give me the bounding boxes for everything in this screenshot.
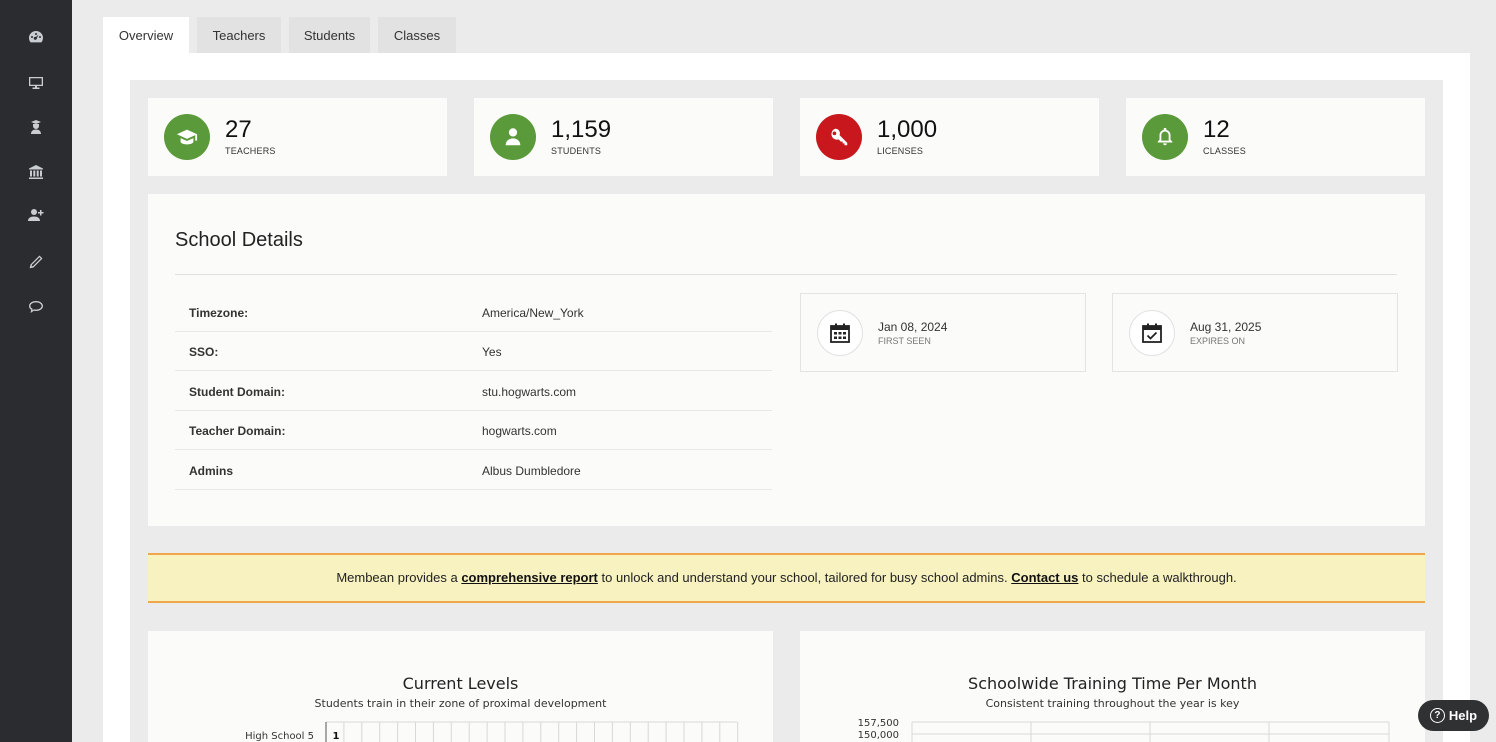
detail-row-timezone: Timezone: America/New_York	[175, 293, 772, 332]
add-user-icon[interactable]	[24, 203, 48, 227]
y-tick-label: 150,000	[858, 730, 899, 741]
sidebar	[0, 0, 72, 742]
stat-card-students: 1,159 STUDENTS	[474, 98, 773, 176]
stat-label: STUDENTS	[551, 146, 602, 156]
detail-row-student-domain: Student Domain: stu.hogwarts.com	[175, 372, 772, 411]
school-details-card: School Details Timezone: America/New_Yor…	[148, 194, 1425, 526]
report-banner: Membean provides a comprehensive report …	[148, 553, 1425, 603]
help-label: Help	[1448, 708, 1478, 723]
tab-label: Overview	[118, 27, 174, 43]
user-icon	[490, 114, 536, 160]
expires-on-box: Aug 31, 2025 EXPIRES ON	[1112, 293, 1398, 372]
detail-value: hogwarts.com	[482, 424, 557, 438]
first-seen-label: FIRST SEEN	[878, 336, 931, 346]
help-button[interactable]: ? Help	[1418, 700, 1489, 731]
tab-classes[interactable]: Classes	[378, 17, 456, 53]
stat-card-teachers: 27 TEACHERS	[148, 98, 447, 176]
level-cells	[325, 722, 739, 742]
cell-value: 1	[333, 731, 340, 742]
tab-label: Teachers	[212, 27, 266, 43]
detail-key: Admins	[189, 464, 234, 478]
training-grid: 157,500 150,000	[858, 718, 1390, 742]
comprehensive-report-link[interactable]: comprehensive report	[461, 570, 598, 585]
detail-key: Timezone:	[189, 306, 249, 320]
stat-value: 27	[225, 116, 252, 143]
tab-label: Students	[303, 27, 356, 43]
tab-students[interactable]: Students	[289, 17, 370, 53]
y-tick-label: 157,500	[858, 718, 899, 729]
calendar-check-icon	[1129, 310, 1175, 356]
stat-value: 1,000	[877, 116, 938, 143]
training-time-chart: Schoolwide Training Time Per Month Consi…	[800, 631, 1425, 742]
detail-row-admins: Admins Albus Dumbledore	[175, 451, 772, 490]
stat-value: 1,159	[551, 116, 612, 143]
detail-key: SSO:	[189, 345, 219, 359]
detail-value: stu.hogwarts.com	[482, 385, 577, 399]
tab-teachers[interactable]: Teachers	[197, 17, 281, 53]
school-building-icon[interactable]	[24, 160, 48, 184]
expires-on-date: Aug 31, 2025	[1190, 320, 1262, 334]
chat-bubble-icon[interactable]	[24, 295, 48, 319]
graduation-cap-icon	[164, 114, 210, 160]
key-icon	[816, 114, 862, 160]
stat-value: 12	[1203, 116, 1230, 143]
banner-text: to unlock and understand your school, ta…	[597, 570, 1012, 585]
calendar-icon	[817, 310, 863, 356]
detail-value: Albus Dumbledore	[482, 464, 581, 478]
current-levels-chart: Current Levels Students train in their z…	[148, 631, 773, 742]
section-title: School Details	[175, 229, 303, 251]
question-circle-icon: ?	[1429, 708, 1445, 723]
banner-text: Membean provides a	[336, 570, 462, 585]
dashboard-icon[interactable]	[24, 25, 48, 49]
row-label: High School 5	[245, 731, 314, 742]
levels-grid: High School 5 1	[245, 721, 739, 742]
tab-label: Classes	[393, 27, 441, 43]
detail-key: Student Domain:	[189, 385, 285, 399]
detail-value: America/New_York	[482, 306, 584, 320]
bell-icon	[1142, 114, 1188, 160]
stat-label: LICENSES	[877, 146, 924, 156]
tab-overview[interactable]: Overview	[103, 17, 189, 53]
monitor-icon[interactable]	[24, 70, 48, 94]
detail-key: Teacher Domain:	[189, 424, 286, 438]
first-seen-date: Jan 08, 2024	[878, 320, 948, 334]
banner-text: to schedule a walkthrough.	[1078, 570, 1237, 585]
tab-bar: Overview Teachers Students Classes	[103, 17, 464, 53]
pencil-icon[interactable]	[24, 250, 48, 274]
divider	[175, 274, 1397, 275]
contact-us-link[interactable]: Contact us	[1011, 570, 1078, 585]
expires-on-label: EXPIRES ON	[1190, 336, 1246, 346]
stat-label: CLASSES	[1203, 146, 1246, 156]
stat-label: TEACHERS	[225, 146, 276, 156]
stat-card-licenses: 1,000 LICENSES	[800, 98, 1099, 176]
student-icon[interactable]	[24, 115, 48, 139]
detail-value: Yes	[482, 345, 502, 359]
detail-row-sso: SSO: Yes	[175, 332, 772, 371]
detail-row-teacher-domain: Teacher Domain: hogwarts.com	[175, 411, 772, 450]
stat-card-classes: 12 CLASSES	[1126, 98, 1425, 176]
first-seen-box: Jan 08, 2024 FIRST SEEN	[800, 293, 1086, 372]
